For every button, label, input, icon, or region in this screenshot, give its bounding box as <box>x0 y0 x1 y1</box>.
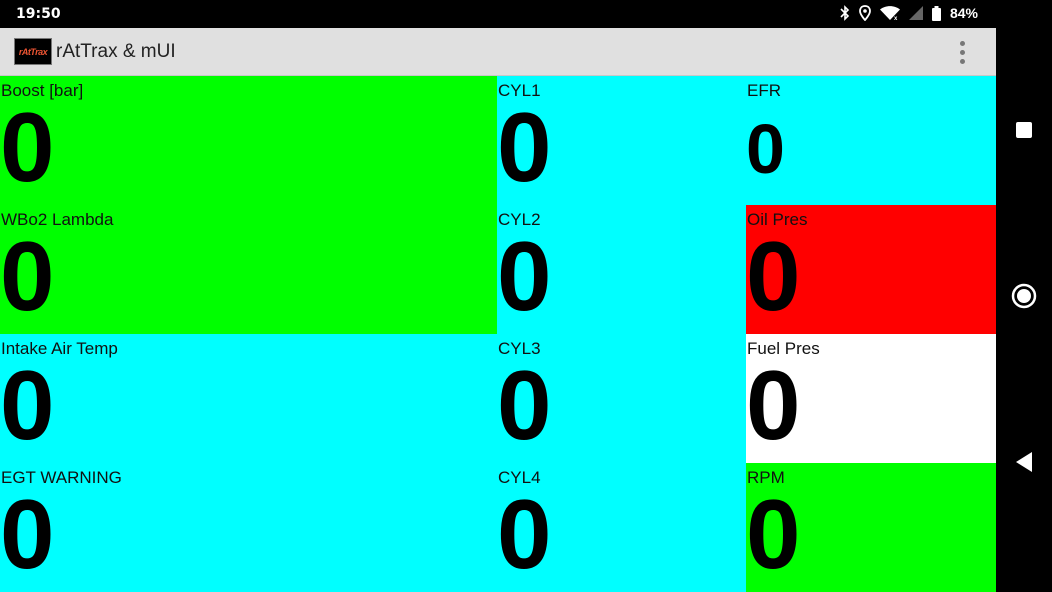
wifi-icon: x <box>879 5 900 21</box>
tile-value: 0 <box>497 479 552 589</box>
tile-oil-pres[interactable]: Oil Pres 0 <box>746 205 996 334</box>
tile-cyl2[interactable]: CYL2 0 <box>497 205 746 334</box>
tile-value: 0 <box>746 221 801 331</box>
tile-value: 0 <box>0 479 55 589</box>
battery-percent: 84% <box>949 5 978 21</box>
svg-text:x: x <box>894 16 898 21</box>
tile-value: 0 <box>0 221 55 331</box>
gauge-grid: Boost [bar] 0 WBo2 Lambda 0 Intake Air T… <box>0 76 996 592</box>
tile-rpm[interactable]: RPM 0 <box>746 463 996 592</box>
app-bar: rAtTrax rAtTrax & mUI <box>0 28 996 76</box>
app-title: rAtTrax & mUI <box>56 41 176 62</box>
location-icon <box>859 5 871 21</box>
tile-value: 0 <box>746 110 785 188</box>
back-icon[interactable] <box>1010 448 1038 476</box>
status-icons: x 84% <box>840 5 978 21</box>
tile-cyl3[interactable]: CYL3 0 <box>497 334 746 463</box>
tile-cyl4[interactable]: CYL4 0 <box>497 463 746 592</box>
overflow-menu-icon[interactable] <box>950 38 974 66</box>
tile-label: EFR <box>747 81 781 100</box>
status-time: 19:50 <box>16 6 61 22</box>
tile-value: 0 <box>497 221 552 331</box>
tile-value: 0 <box>0 350 55 460</box>
recents-icon[interactable] <box>1010 116 1038 144</box>
bluetooth-icon <box>840 5 850 21</box>
tile-efr[interactable]: EFR 0 <box>746 76 996 205</box>
home-icon[interactable] <box>1010 282 1038 310</box>
app-logo: rAtTrax <box>14 38 52 65</box>
navigation-bar <box>996 0 1052 592</box>
tile-value: 0 <box>746 479 801 589</box>
tile-value: 0 <box>497 350 552 460</box>
tile-boost[interactable]: Boost [bar] 0 <box>0 76 497 205</box>
tile-fuel-pres[interactable]: Fuel Pres 0 <box>746 334 996 463</box>
tile-value: 0 <box>0 92 55 202</box>
battery-icon <box>931 5 941 21</box>
tile-cyl1[interactable]: CYL1 0 <box>497 76 746 205</box>
tile-value: 0 <box>746 350 801 460</box>
tile-egt-warning[interactable]: EGT WARNING 0 <box>0 463 497 592</box>
tile-intake-air-temp[interactable]: Intake Air Temp 0 <box>0 334 497 463</box>
signal-icon <box>908 6 923 20</box>
tile-value: 0 <box>497 92 552 202</box>
tile-wbo2-lambda[interactable]: WBo2 Lambda 0 <box>0 205 497 334</box>
status-bar: 19:50 x 84% <box>0 0 996 28</box>
